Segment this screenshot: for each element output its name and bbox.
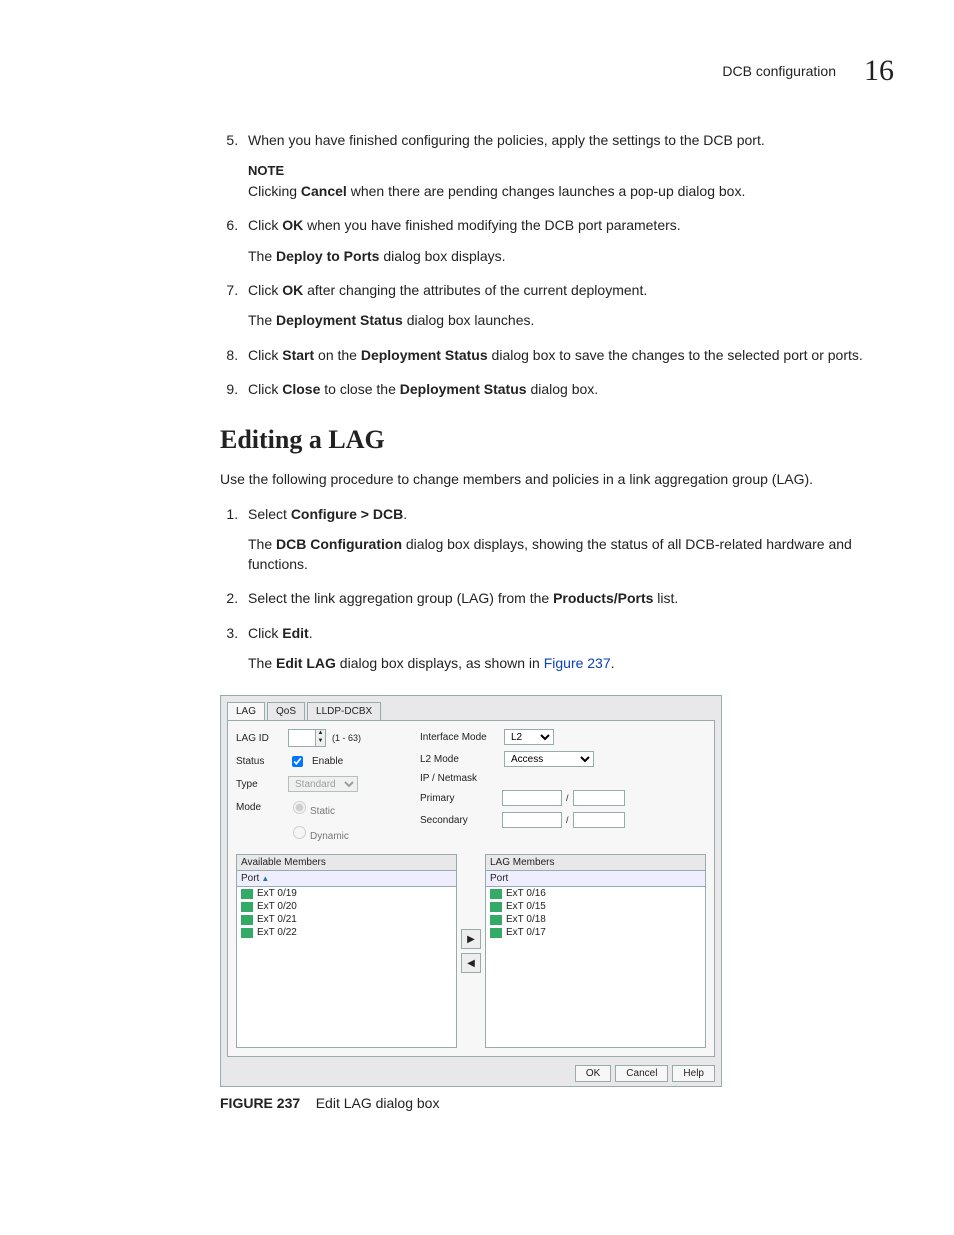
- available-header[interactable]: Port▲: [237, 871, 456, 887]
- port-icon: [490, 928, 502, 938]
- mode-dynamic-radio[interactable]: [293, 826, 306, 839]
- iface-label: Interface Mode: [420, 732, 498, 743]
- list-item[interactable]: ExT 0/22: [237, 926, 456, 939]
- step-7: Click OK after changing the attributes o…: [242, 280, 894, 331]
- tab-lag[interactable]: LAG: [227, 702, 265, 720]
- lag-id-label: LAG ID: [236, 733, 282, 744]
- lag-id-spinner[interactable]: ▲▼: [288, 729, 326, 747]
- type-label: Type: [236, 779, 282, 790]
- tab-lldp[interactable]: LLDP-DCBX: [307, 702, 381, 720]
- port-icon: [241, 928, 253, 938]
- page-header: DCB configuration 16: [60, 54, 894, 88]
- port-icon: [490, 889, 502, 899]
- primary-ip-input[interactable]: [502, 790, 562, 806]
- status-label: Status: [236, 756, 282, 767]
- proc-2: Select the link aggregation group (LAG) …: [242, 588, 894, 608]
- port-icon: [490, 902, 502, 912]
- header-title: DCB configuration: [722, 63, 836, 79]
- list-item[interactable]: ExT 0/17: [486, 926, 705, 939]
- note-text: Clicking Cancel when there are pending c…: [248, 181, 894, 201]
- l2mode-label: L2 Mode: [420, 754, 498, 765]
- figure-caption: FIGURE 237 Edit LAG dialog box: [220, 1095, 894, 1111]
- port-icon: [241, 889, 253, 899]
- lagmembers-header[interactable]: Port: [486, 871, 705, 887]
- move-right-button[interactable]: ▶: [461, 929, 481, 949]
- lag-id-range: (1 - 63): [332, 733, 361, 743]
- note-block: NOTE Clicking Cancel when there are pend…: [248, 162, 894, 201]
- list-item[interactable]: ExT 0/21: [237, 913, 456, 926]
- list-item[interactable]: ExT 0/18: [486, 913, 705, 926]
- ok-button[interactable]: OK: [575, 1065, 611, 1082]
- port-icon: [241, 915, 253, 925]
- iface-select[interactable]: L2: [504, 729, 554, 745]
- lag-members-list[interactable]: LAG Members Port ExT 0/16ExT 0/15ExT 0/1…: [485, 854, 706, 1048]
- enable-label: Enable: [312, 756, 343, 767]
- lag-id-input[interactable]: [289, 730, 315, 746]
- lagmembers-caption: LAG Members: [486, 855, 705, 871]
- tab-qos[interactable]: QoS: [267, 702, 305, 720]
- cancel-button[interactable]: Cancel: [615, 1065, 668, 1082]
- available-caption: Available Members: [237, 855, 456, 871]
- ipnet-label: IP / Netmask: [420, 773, 498, 784]
- list-item[interactable]: ExT 0/20: [237, 900, 456, 913]
- mode-label: Mode: [236, 802, 282, 813]
- tab-bar: LAG QoS LLDP-DCBX: [221, 696, 721, 720]
- secondary-mask-input[interactable]: [573, 812, 625, 828]
- port-icon: [490, 915, 502, 925]
- sort-asc-icon: ▲: [261, 874, 269, 883]
- step-5: When you have finished configuring the p…: [242, 130, 894, 201]
- move-left-button[interactable]: ◀: [461, 953, 481, 973]
- step-9: Click Close to close the Deployment Stat…: [242, 379, 894, 399]
- figure-link[interactable]: Figure 237: [544, 655, 611, 671]
- step-6: Click OK when you have finished modifyin…: [242, 215, 894, 266]
- primary-mask-input[interactable]: [573, 790, 625, 806]
- l2mode-select[interactable]: Access: [504, 751, 594, 767]
- port-icon: [241, 902, 253, 912]
- step-5-text: When you have finished configuring the p…: [248, 132, 765, 148]
- primary-label: Primary: [420, 793, 498, 804]
- list-item[interactable]: ExT 0/16: [486, 887, 705, 900]
- type-select[interactable]: Standard: [288, 776, 358, 792]
- step-8: Click Start on the Deployment Status dia…: [242, 345, 894, 365]
- proc-3: Click Edit. The Edit LAG dialog box disp…: [242, 623, 894, 674]
- edit-lag-dialog: LAG QoS LLDP-DCBX LAG ID ▲▼ (1 - 63): [220, 695, 722, 1087]
- steps-list-a: When you have finished configuring the p…: [220, 130, 894, 399]
- steps-list-b: Select Configure > DCB. The DCB Configur…: [220, 504, 894, 674]
- list-item[interactable]: ExT 0/15: [486, 900, 705, 913]
- note-label: NOTE: [248, 162, 894, 181]
- secondary-ip-input[interactable]: [502, 812, 562, 828]
- help-button[interactable]: Help: [672, 1065, 715, 1082]
- section-intro: Use the following procedure to change me…: [220, 469, 894, 489]
- list-item[interactable]: ExT 0/19: [237, 887, 456, 900]
- section-heading: Editing a LAG: [220, 425, 894, 455]
- enable-checkbox[interactable]: [292, 756, 303, 767]
- available-members-list[interactable]: Available Members Port▲ ExT 0/19ExT 0/20…: [236, 854, 457, 1048]
- mode-static-radio[interactable]: [293, 801, 306, 814]
- secondary-label: Secondary: [420, 815, 498, 826]
- proc-1: Select Configure > DCB. The DCB Configur…: [242, 504, 894, 575]
- chapter-number: 16: [864, 54, 894, 88]
